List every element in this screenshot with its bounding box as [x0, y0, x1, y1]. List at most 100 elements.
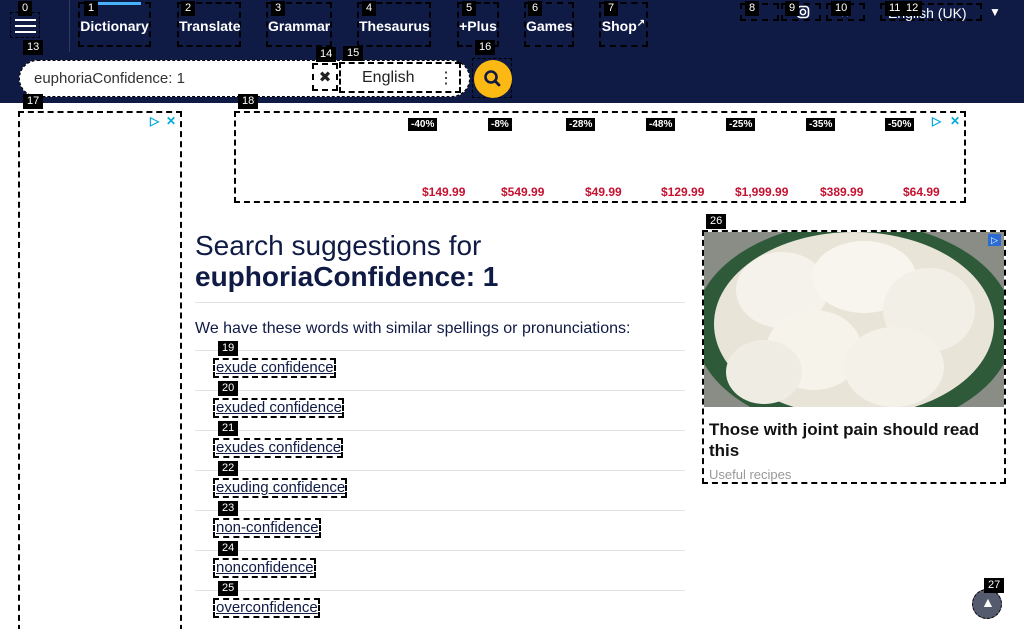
ad-product-5[interactable]: -25% $1,999.99 [726, 113, 808, 203]
ad-discount-badge: -48% [646, 118, 676, 131]
nav-dictionary-label: Dictionary [80, 18, 149, 34]
divider [195, 390, 685, 391]
element-badge: 26 [706, 214, 727, 229]
element-badge: 5 [462, 1, 477, 16]
divider [195, 510, 685, 511]
ad-price: $549.99 [501, 185, 545, 199]
element-badge: 2 [181, 1, 196, 16]
element-badge: 27 [984, 578, 1005, 593]
external-link-icon: ↗ [636, 18, 646, 29]
element-badge: 14 [316, 47, 337, 62]
kebab-menu-icon: ⋮ [438, 70, 454, 87]
divider [195, 550, 685, 551]
element-badge: 13 [23, 40, 44, 55]
dictionary-select[interactable]: English ⋮ [339, 62, 461, 93]
element-badge: 19 [218, 341, 239, 356]
nav-divider [69, 0, 70, 52]
ad-discount-badge: -8% [488, 118, 512, 131]
nav-thesaurus-label: Thesaurus [359, 18, 430, 34]
adchoices-icon[interactable]: ▷ [988, 234, 1001, 246]
divider [195, 590, 685, 591]
divider [195, 302, 685, 303]
search-button-circle [474, 60, 512, 98]
element-badge: 24 [218, 541, 239, 556]
ad-discount-badge: -28% [566, 118, 596, 131]
element-badge: 3 [271, 1, 286, 16]
suggestion-link[interactable]: nonconfidence [213, 558, 316, 578]
ad-price: $129.99 [661, 185, 705, 199]
back-to-top-button[interactable]: ▲ [972, 589, 1002, 619]
chevron-up-icon: ▲ [981, 594, 995, 610]
suggestions-heading: Search suggestions for [195, 230, 482, 261]
ad-product-4[interactable]: -48% $129.99 [646, 113, 716, 203]
element-badge: 20 [218, 381, 239, 396]
ad-discount-badge: -35% [806, 118, 836, 131]
search-button[interactable] [472, 58, 512, 98]
clear-search-button[interactable]: ✖ [312, 63, 338, 91]
nav-translate-label: Translate [179, 18, 241, 34]
ad-price: $49.99 [585, 185, 622, 199]
element-badge: 10 [831, 1, 852, 16]
boiled-eggs-image [704, 232, 1004, 407]
divider [195, 350, 685, 351]
ad-discount-badge: -25% [726, 118, 756, 131]
ad-source: Useful recipes [709, 467, 792, 482]
element-badge: 0 [18, 1, 33, 16]
element-badge: 9 [785, 1, 800, 16]
element-badge: 1 [84, 1, 99, 16]
element-badge: 17 [23, 94, 44, 109]
divider [195, 430, 685, 431]
ad-product-7[interactable]: -50% $64.99 [885, 113, 955, 203]
ad-close-icon[interactable]: ✕ [950, 114, 960, 128]
element-badge: 21 [218, 421, 239, 436]
element-badge: 18 [238, 94, 259, 109]
chevron-down-icon: ▼ [989, 5, 1001, 19]
element-badge: 16 [475, 40, 496, 55]
close-icon: ✖ [318, 69, 332, 86]
top-nav [0, 0, 1024, 52]
element-badge: 15 [343, 46, 364, 61]
adchoices-icon[interactable]: ▷ [932, 114, 941, 128]
suggestion-link[interactable]: exude confidence [213, 358, 336, 378]
ad-product-6[interactable]: -35% $389.99 [806, 113, 876, 203]
divider [195, 470, 685, 471]
element-badge: 6 [528, 1, 543, 16]
nav-games-label: Games [526, 18, 573, 34]
ad-product-1[interactable]: -40% $149.99 [408, 113, 478, 203]
search-icon [484, 70, 501, 87]
element-badge: 22 [218, 461, 239, 476]
ad-close-icon[interactable]: ✕ [166, 114, 176, 128]
nav-grammar-label: Grammar [268, 18, 331, 34]
ad-title: Those with joint pain should read this [709, 420, 980, 460]
element-badge: 12 [902, 1, 923, 16]
suggestion-link[interactable]: exudes confidence [213, 438, 344, 458]
ad-product-2[interactable]: -8% $549.99 [488, 113, 558, 203]
ad-image: ▷ [704, 232, 1004, 407]
suggestion-link[interactable]: exuding confidence [213, 478, 348, 498]
search-input[interactable] [34, 68, 304, 88]
ad-price: $389.99 [820, 185, 864, 199]
element-badge: 8 [745, 1, 760, 16]
element-badge: 23 [218, 501, 239, 516]
ad-price: $149.99 [422, 185, 466, 199]
suggestion-link[interactable]: non-confidence [213, 518, 321, 538]
top-banner-ad[interactable]: -40% $149.99 -8% $549.99 -28% $49.99 -48… [234, 111, 966, 203]
suggestion-link[interactable]: overconfidence [213, 598, 320, 618]
dictionary-select-label: English [362, 69, 415, 86]
element-badge: 25 [218, 581, 239, 596]
ad-price: $64.99 [903, 185, 940, 199]
right-ad-card[interactable]: ▷ Those with joint pain should read this… [702, 230, 1006, 484]
suggestion-link[interactable]: exuded confidence [213, 398, 344, 418]
ad-discount-badge: -40% [408, 118, 438, 131]
suggestions-intro: We have these words with similar spellin… [195, 320, 631, 337]
nav-plus-label: +Plus [459, 18, 497, 34]
ad-discount-badge: -50% [885, 118, 915, 131]
ad-price: $1,999.99 [735, 185, 789, 199]
suggestions-query: euphoriaConfidence: 1 [195, 261, 499, 292]
adchoices-icon[interactable]: ▷ [150, 114, 159, 128]
element-badge: 7 [604, 1, 619, 16]
left-ad[interactable]: ▷ ✕ [18, 111, 182, 629]
ad-product-3[interactable]: -28% $49.99 [566, 113, 636, 203]
element-badge: 4 [362, 1, 377, 16]
nav-shop-label: Shop [601, 18, 637, 34]
